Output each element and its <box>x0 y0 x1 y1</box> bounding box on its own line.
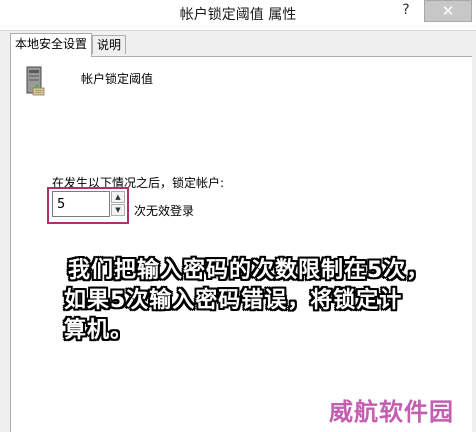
tab-panel <box>10 56 472 432</box>
threshold-stepper: ▲ ▼ <box>111 191 125 217</box>
close-button[interactable]: ✕ <box>424 0 472 22</box>
watermark: 威航软件园 <box>329 397 454 426</box>
spin-up-button[interactable]: ▲ <box>111 191 125 203</box>
invalid-logon-label: 次无效登录 <box>134 204 195 218</box>
annotation-line: 算机。 <box>64 318 134 343</box>
arrow-down-icon: ▼ <box>115 206 121 214</box>
title-bar: 帐户锁定阈值 属性 ? ✕ <box>0 0 476 31</box>
tab-local-security-setting[interactable]: 本地安全设置 <box>10 33 93 57</box>
spin-down-button[interactable]: ▼ <box>111 204 125 216</box>
tab-explain[interactable]: 说明 <box>92 35 127 54</box>
policy-name: 帐户锁定阈值 <box>81 72 154 86</box>
annotation-text: 我们把输入密码的次数限制在5次， 如果5次输入密码错误，将锁定计 算机。 <box>64 256 468 346</box>
close-icon: ✕ <box>441 2 455 20</box>
arrow-up-icon: ▲ <box>115 193 121 201</box>
annotation-line: 如果5次输入密码错误，将锁定计 <box>64 288 403 313</box>
server-icon <box>24 66 46 96</box>
annotation-line: 我们把输入密码的次数限制在5次， <box>68 258 430 283</box>
help-button[interactable]: ? <box>388 0 424 24</box>
threshold-input[interactable] <box>52 191 110 217</box>
